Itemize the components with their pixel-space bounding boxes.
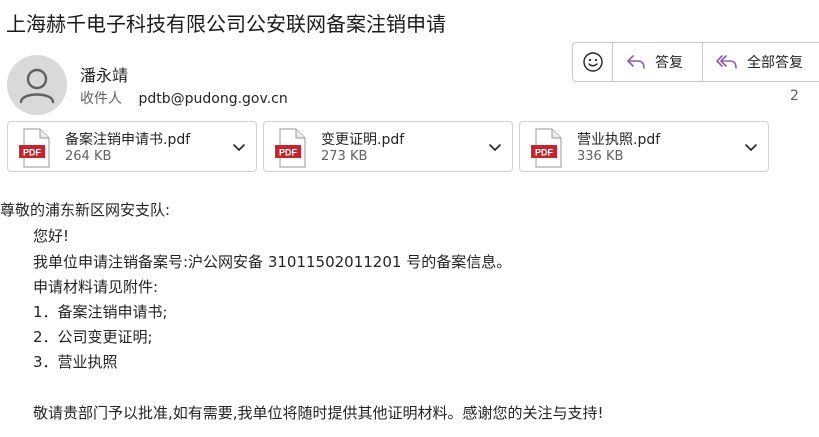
- recipient-label: 收件人: [80, 91, 122, 107]
- recipient-address[interactable]: pdtb@pudong.gov.cn: [138, 91, 287, 107]
- attachment-card[interactable]: PDF 变更证明.pdf 273 KB: [263, 121, 513, 172]
- attachment-size: 336 KB: [577, 149, 624, 164]
- attachment-name: 备案注销申请书.pdf: [65, 132, 191, 148]
- reply-button[interactable]: 答复: [613, 43, 703, 81]
- body-closing: 敬请贵部门予以批准,如有需要,我单位将随时提供其他证明材料。感谢您的关注与支持!: [33, 404, 604, 422]
- body-greeting: 尊敬的浦东新区网安支队:: [0, 201, 171, 219]
- pdf-file-icon: PDF: [531, 128, 562, 168]
- body-list-item: 2．公司变更证明;: [33, 328, 153, 346]
- body-list-item: 1．备案注销申请书;: [33, 303, 168, 321]
- attachment-card[interactable]: PDF 备案注销申请书.pdf 264 KB: [7, 121, 257, 172]
- recipient-row: 收件人 pdtb@pudong.gov.cn: [80, 88, 288, 108]
- avatar: [7, 55, 67, 115]
- reply-icon: [627, 55, 645, 69]
- smiley-icon: [582, 52, 603, 72]
- pdf-badge-text: PDF: [535, 148, 554, 158]
- sender-name[interactable]: 潘永靖: [80, 62, 128, 86]
- attachment-card[interactable]: PDF 营业执照.pdf 336 KB: [519, 121, 769, 172]
- message-action-bar: 答复 全部答复: [572, 42, 819, 82]
- body-list-item: 3．营业执照: [33, 353, 118, 371]
- body-line: 申请材料请见附件:: [33, 278, 159, 296]
- chevron-down-icon[interactable]: [744, 140, 758, 154]
- pdf-badge-text: PDF: [23, 148, 42, 158]
- reply-all-icon: [716, 55, 737, 69]
- attachment-size: 264 KB: [65, 149, 112, 164]
- chevron-down-icon[interactable]: [488, 140, 502, 154]
- body-line: 我单位申请注销备案号:沪公网安备 31011502011201 号的备案信息。: [33, 253, 512, 271]
- email-subject: 上海赫千电子科技有限公司公安联网备案注销申请: [6, 12, 446, 36]
- pdf-badge-text: PDF: [279, 148, 298, 158]
- reply-label: 答复: [655, 55, 683, 71]
- pdf-file-icon: PDF: [19, 128, 50, 168]
- attachment-size: 273 KB: [321, 149, 368, 164]
- body-line: 您好!: [33, 227, 70, 245]
- received-date: 2: [790, 88, 799, 104]
- person-icon: [19, 68, 55, 104]
- pdf-file-icon: PDF: [275, 128, 306, 168]
- reply-all-button[interactable]: 全部答复: [703, 43, 819, 81]
- attachment-name: 变更证明.pdf: [321, 132, 405, 148]
- emoji-reaction-button[interactable]: [573, 43, 613, 81]
- reply-all-label: 全部答复: [747, 55, 803, 71]
- attachment-list: PDF 备案注销申请书.pdf 264 KB PDF 变更证明.pdf 273 …: [7, 121, 769, 172]
- attachment-name: 营业执照.pdf: [577, 132, 661, 148]
- chevron-down-icon[interactable]: [232, 140, 246, 154]
